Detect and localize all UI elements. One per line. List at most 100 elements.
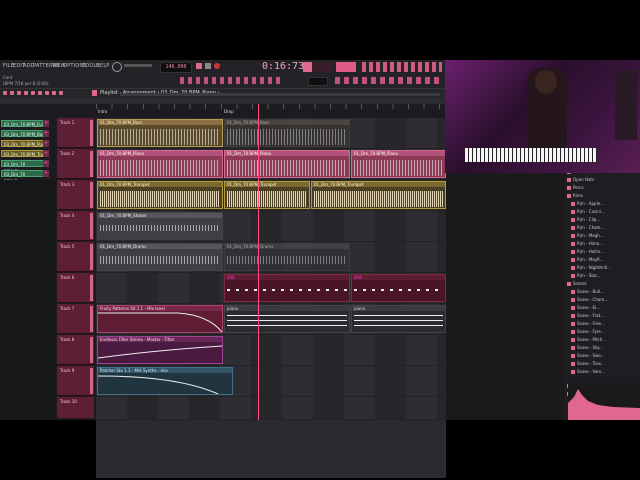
browser-file[interactable]: Snare - Fyre...	[571, 328, 640, 335]
playhead[interactable]	[258, 104, 259, 420]
view-buttons[interactable]	[335, 77, 440, 84]
track-header[interactable]: Track 10	[57, 397, 94, 419]
song-time-display[interactable]: 0:16:73	[262, 60, 304, 73]
arrow-icon[interactable]	[3, 91, 7, 95]
channel-add-button[interactable]: +	[43, 170, 49, 177]
delete-icon[interactable]	[24, 91, 28, 95]
browser-file[interactable]: Snare - Pitch...	[571, 336, 640, 343]
track-header[interactable]: Track 7	[57, 304, 94, 334]
brush-icon[interactable]	[17, 91, 21, 95]
audio-clip[interactable]: 01_Dm_70 BPM_Trumpet	[224, 181, 310, 209]
master-pitch-slider[interactable]	[124, 64, 152, 67]
playback-icon[interactable]	[59, 91, 63, 95]
track-header[interactable]: Track 4	[57, 211, 94, 241]
channel-item[interactable]: 03_Dm_70 BPM_Pia...	[1, 140, 49, 147]
tempo-display[interactable]: 146.000	[160, 62, 192, 73]
pencil-icon[interactable]	[10, 91, 14, 95]
channel-add-button[interactable]: +	[43, 130, 49, 137]
marker-intro[interactable]: Intro	[98, 109, 107, 114]
browser-file[interactable]: Snare - Frat...	[571, 312, 640, 319]
browser-file[interactable]: Rim - Clip...	[571, 216, 640, 223]
arrangement-area[interactable]: 01_Dm_70 BPM_Bass 01_Dm_70 BPM_Bass 01_D…	[96, 118, 446, 478]
browser-file[interactable]: Snare - Vers...	[571, 368, 640, 375]
audio-clip[interactable]: 01_Dm_70 BPM_Trumpet	[97, 181, 223, 209]
slice-icon[interactable]	[38, 91, 42, 95]
pattern-selector[interactable]	[308, 77, 328, 86]
snap-tools[interactable]	[180, 77, 280, 84]
audio-clip[interactable]: 01_Dm_70 BPM_Drums	[97, 243, 223, 271]
channel-item[interactable]: 03_Dm_70 BPM_Sha...	[1, 160, 49, 174]
browser-file[interactable]: Snare - Cham...	[571, 296, 640, 303]
zoom-icon[interactable]	[52, 91, 56, 95]
playlist-scrollbar[interactable]	[120, 93, 440, 96]
track-header[interactable]: Track 8	[57, 335, 94, 365]
record-button[interactable]	[214, 63, 220, 69]
stop-button[interactable]	[205, 63, 211, 69]
browser-file[interactable]: Snare - Swo...	[571, 352, 640, 359]
track-lane[interactable]: 01_Dm_70 BPM_Drums 01_Dm_70 BPM_Drums	[96, 242, 446, 273]
browser-folder[interactable]: Rims	[567, 192, 639, 199]
track-lane[interactable]: 01_Dm_70 BPM_Trumpet 01_Dm_70 BPM_Trumpe…	[96, 180, 446, 211]
browser-file[interactable]: Rim - Cham...	[571, 224, 640, 231]
audio-clip[interactable]: 01_Dm_70 BPM_Bass	[97, 119, 223, 147]
channel-add-button[interactable]: +	[43, 150, 49, 157]
browser-folder[interactable]: Percs	[567, 184, 639, 191]
browser-file[interactable]: Rim - Star...	[571, 272, 640, 279]
pattern-clip[interactable]: piano	[351, 305, 446, 333]
select-icon[interactable]	[45, 91, 49, 95]
track-header[interactable]: Track 2	[57, 149, 94, 179]
browser-file[interactable]: Rim - Hollin...	[571, 248, 640, 255]
track-lane[interactable]: Patcher Stx 1.1 - Mid Synths - mix	[96, 366, 446, 397]
play-icon[interactable]	[92, 90, 97, 96]
track-header[interactable]: Track 5	[57, 242, 94, 272]
browser-file[interactable]: Snare - El...	[571, 304, 640, 311]
track-header[interactable]: Track 3	[57, 180, 94, 210]
automation-clip[interactable]: Fruity Patterns Stl 1.1 - Mix level	[97, 305, 223, 333]
channel-item[interactable]: 03_Dm_70 BPM_Tru...	[1, 150, 49, 157]
track-lane[interactable]	[96, 397, 446, 420]
audio-clip[interactable]: 01_Dm_70 BPM_Piano	[351, 150, 446, 178]
track-lane[interactable]: Endlesss Filter Stereo - Master - Filter	[96, 335, 446, 366]
browser-file[interactable]: Rim - Mayfl...	[571, 256, 640, 263]
track-header[interactable]: Track 1	[57, 118, 94, 148]
toolbar-icons[interactable]	[362, 62, 442, 72]
track-lane[interactable]: 01_Dm_70 BPM_Shaker	[96, 211, 446, 242]
track-lane[interactable]: 808 808	[96, 273, 446, 304]
audio-clip[interactable]: 01_Dm_70 BPM_Piano	[97, 150, 223, 178]
track-lane[interactable]: 01_Dm_70 BPM_Bass 01_Dm_70 BPM_Bass	[96, 118, 446, 149]
mute-icon[interactable]	[31, 91, 35, 95]
channel-item[interactable]: 03_Dm_70 BPM_Dru...	[1, 170, 49, 184]
channel-item[interactable]: 03_Dm_70 BPM_Bass	[1, 130, 49, 137]
timeline-ruler[interactable]: Intro Drop	[96, 104, 446, 114]
automation-clip[interactable]: Patcher Stx 1.1 - Mid Synths - mix	[97, 367, 233, 395]
browser-file[interactable]: Snare - Toss...	[571, 360, 640, 367]
browser-file[interactable]: Rim - Apple...	[571, 200, 640, 207]
track-lane[interactable]: Fruity Patterns Stl 1.1 - Mix level pian…	[96, 304, 446, 335]
audio-clip[interactable]: 01_Dm_70 BPM_Shaker	[97, 212, 223, 240]
browser-file[interactable]: Snare - Sky...	[571, 344, 640, 351]
master-volume-knob[interactable]	[112, 62, 122, 72]
browser-file[interactable]: Rim - Megh...	[571, 232, 640, 239]
marker-drop[interactable]: Drop	[224, 109, 234, 114]
track-header[interactable]: Track 6	[57, 273, 94, 303]
track-lane[interactable]: 01_Dm_70 BPM_Piano 01_Dm_70 BPM_Piano 01…	[96, 149, 446, 180]
audio-clip[interactable]: 01_Dm_70 BPM_Piano	[224, 150, 350, 178]
pattern-clip[interactable]: piano	[224, 305, 350, 333]
browser-file[interactable]: Rim - Casini...	[571, 208, 640, 215]
browser-folder[interactable]: Snares	[567, 280, 639, 287]
channel-item[interactable]: 03_Dm_70 BPM_Full	[1, 120, 49, 127]
automation-clip[interactable]: Endlesss Filter Stereo - Master - Filter	[97, 336, 223, 364]
pattern-clip[interactable]: 808	[351, 274, 446, 302]
browser-file[interactable]: Rim - Hima...	[571, 240, 640, 247]
channel-add-button[interactable]: +	[43, 140, 49, 147]
browser-file[interactable]: Rim - Nighthrill...	[571, 264, 640, 271]
browser-file[interactable]: Snare - Free...	[571, 320, 640, 327]
audio-clip[interactable]: 01_Dm_70 BPM_Trumpet	[311, 181, 446, 209]
play-button[interactable]	[196, 63, 202, 69]
track-header[interactable]: Track 9	[57, 366, 94, 396]
pattern-clip[interactable]: 808	[224, 274, 350, 302]
channel-add-button[interactable]: +	[43, 160, 49, 167]
audio-clip[interactable]: 01_Dm_70 BPM_Bass	[224, 119, 350, 147]
audio-clip[interactable]: 01_Dm_70 BPM_Drums	[224, 243, 350, 271]
channel-add-button[interactable]: +	[43, 120, 49, 127]
